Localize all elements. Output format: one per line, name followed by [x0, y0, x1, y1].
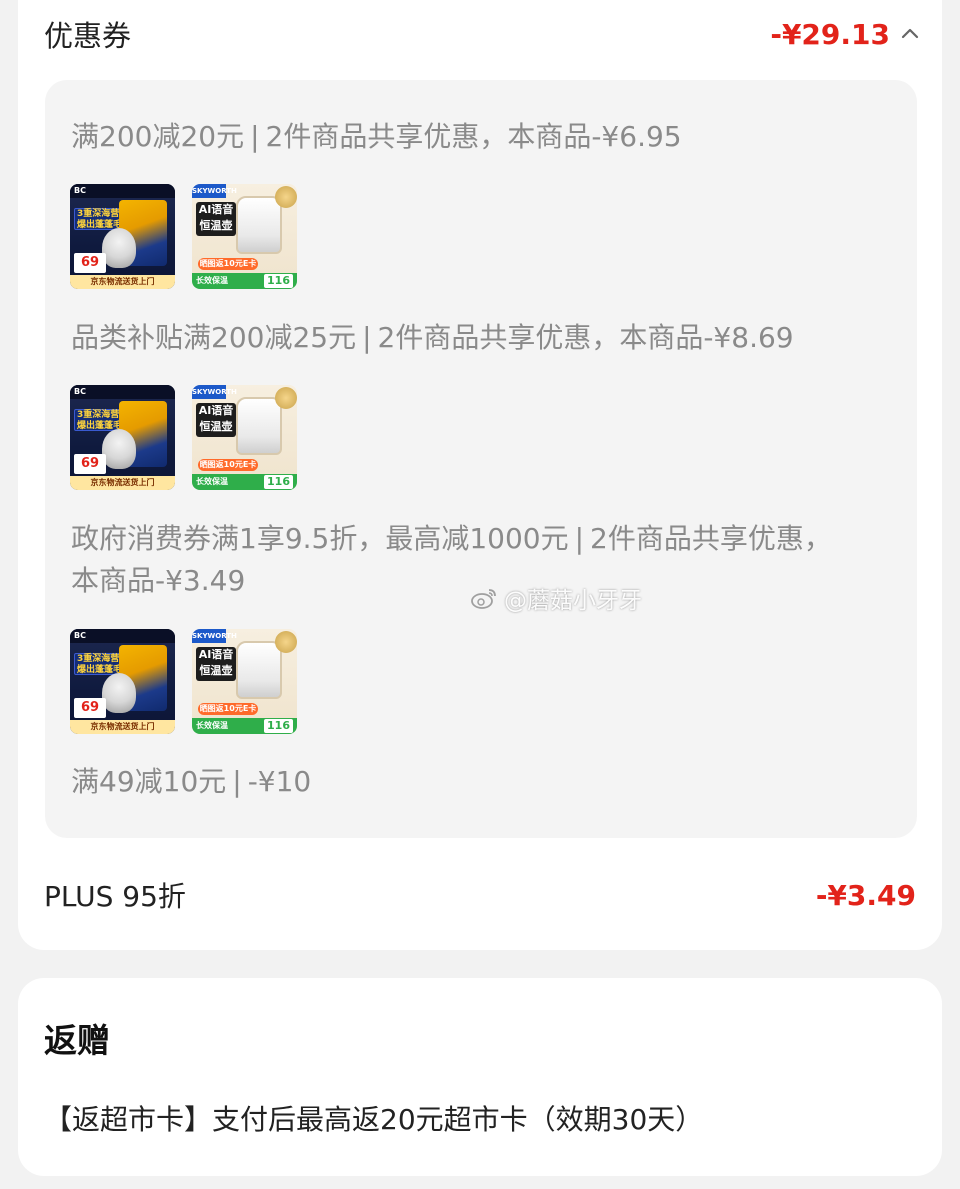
promo-detail: 2件商品共享优惠，本商品-¥6.95	[265, 120, 682, 153]
coupon-total: -¥29.13	[770, 17, 890, 51]
thumb-footer: 京东物流送货上门	[70, 720, 175, 734]
plus-label: PLUS 95折	[44, 880, 186, 913]
kettle-thumbnail[interactable]: SKYWORTH AI语音 恒温壶 晒图返10元E卡 长效保温 116	[192, 629, 297, 734]
thumb-ai-line: AI语音	[198, 404, 234, 417]
watermark-text: @蘑菇小牙牙	[504, 588, 642, 614]
thumb-footer: 京东物流送货上门	[70, 275, 175, 289]
award-badge-icon	[275, 186, 297, 208]
cat-image	[102, 673, 136, 713]
thumb-gift: 晒图返10元E卡	[198, 258, 258, 270]
cat-food-thumbnail[interactable]: BC 3重深海营养 爆出蓬蓬毛 69 京东物流送货上门	[70, 385, 175, 490]
award-badge-icon	[275, 631, 297, 653]
award-badge-icon	[275, 387, 297, 409]
thumb-footer: 京东物流送货上门	[70, 476, 175, 490]
promo-name: 满200减20元	[71, 120, 245, 153]
promo-line-4: 满49减10元 | -¥10	[71, 761, 891, 803]
product-thumbs-1: BC 3重深海营养 爆出蓬蓬毛 69 京东物流送货上门 SKYWORTH AI语…	[70, 184, 297, 289]
thumb-price: 116	[264, 475, 293, 489]
gift-text: 【返超市卡】支付后最高返20元超市卡（效期30天）	[44, 1103, 704, 1136]
cat-image	[102, 429, 136, 469]
coupon-header[interactable]: 优惠券 -¥29.13	[44, 12, 920, 56]
thumb-price: 116	[264, 719, 293, 733]
thumb-price: 69	[74, 253, 106, 273]
thumb-price: 69	[74, 454, 106, 474]
thumb-ai-line: 恒温壶	[199, 664, 233, 677]
plus-value: -¥3.49	[815, 878, 916, 912]
promo-line-2: 品类补贴满200减25元 | 2件商品共享优惠，本商品-¥8.69	[71, 317, 891, 359]
separator: |	[232, 765, 242, 798]
kettle-image	[236, 641, 282, 699]
kettle-image	[236, 196, 282, 254]
page: 优惠券 -¥29.13 满200减20元 | 2件商品共享优惠，本商品-¥6.95 …	[0, 0, 960, 1189]
promo-detail: 2件商品共享优惠，本商品-¥8.69	[377, 321, 794, 354]
thumb-gift: 晒图返10元E卡	[198, 459, 258, 471]
separator: |	[362, 321, 372, 354]
thumb-ai-line: AI语音	[198, 648, 234, 661]
promo-name: 满49减10元	[71, 765, 227, 798]
cat-image	[102, 228, 136, 268]
thumb-price: 69	[74, 698, 106, 718]
promo-name: 品类补贴满200减25元	[71, 321, 357, 354]
thumb-brand: SKYWORTH	[192, 385, 237, 399]
watermark: @蘑菇小牙牙	[470, 581, 642, 615]
thumb-ai-label: AI语音 恒温壶	[196, 403, 236, 437]
product-thumbs-3: BC 3重深海营养 爆出蓬蓬毛 69 京东物流送货上门 SKYWORTH AI语…	[70, 629, 297, 734]
thumb-brand: BC	[74, 387, 86, 396]
product-thumbs-2: BC 3重深海营养 爆出蓬蓬毛 69 京东物流送货上门 SKYWORTH AI语…	[70, 385, 297, 490]
promo-detail: -¥10	[247, 765, 312, 798]
separator: |	[250, 120, 260, 153]
thumb-ai-line: 恒温壶	[199, 219, 233, 232]
kettle-image	[236, 397, 282, 455]
thumb-ai-line: AI语音	[198, 203, 234, 216]
chevron-up-icon[interactable]	[900, 24, 920, 44]
promo-line-1: 满200减20元 | 2件商品共享优惠，本商品-¥6.95	[71, 116, 891, 158]
gift-card	[18, 978, 942, 1176]
thumb-ai-label: AI语音 恒温壶	[196, 202, 236, 236]
thumb-gift: 晒图返10元E卡	[198, 703, 258, 715]
thumb-ai-label: AI语音 恒温壶	[196, 647, 236, 681]
kettle-thumbnail[interactable]: SKYWORTH AI语音 恒温壶 晒图返10元E卡 长效保温 116	[192, 385, 297, 490]
cat-food-thumbnail[interactable]: BC 3重深海营养 爆出蓬蓬毛 69 京东物流送货上门	[70, 629, 175, 734]
plus-discount-row: PLUS 95折 -¥3.49	[44, 872, 916, 918]
thumb-price: 116	[264, 274, 293, 288]
coupon-title: 优惠券	[44, 19, 132, 53]
thumb-ai-line: 恒温壶	[199, 420, 233, 433]
gift-title: 返赠	[44, 1021, 110, 1060]
cat-food-thumbnail[interactable]: BC 3重深海营养 爆出蓬蓬毛 69 京东物流送货上门	[70, 184, 175, 289]
kettle-thumbnail[interactable]: SKYWORTH AI语音 恒温壶 晒图返10元E卡 长效保温 116	[192, 184, 297, 289]
promo-name: 政府消费券满1享9.5折，最高减1000元	[71, 522, 569, 555]
coupon-total-wrap[interactable]: -¥29.13	[770, 18, 920, 51]
thumb-brand: BC	[74, 186, 86, 195]
separator: |	[574, 522, 585, 555]
weibo-icon	[471, 589, 496, 609]
thumb-brand: SKYWORTH	[192, 629, 237, 643]
promo-detail: 2件商品共享优惠，	[590, 522, 832, 555]
thumb-brand: SKYWORTH	[192, 184, 237, 198]
promo-detail-continued: 本商品-¥3.49	[71, 564, 246, 597]
thumb-brand: BC	[74, 631, 86, 640]
